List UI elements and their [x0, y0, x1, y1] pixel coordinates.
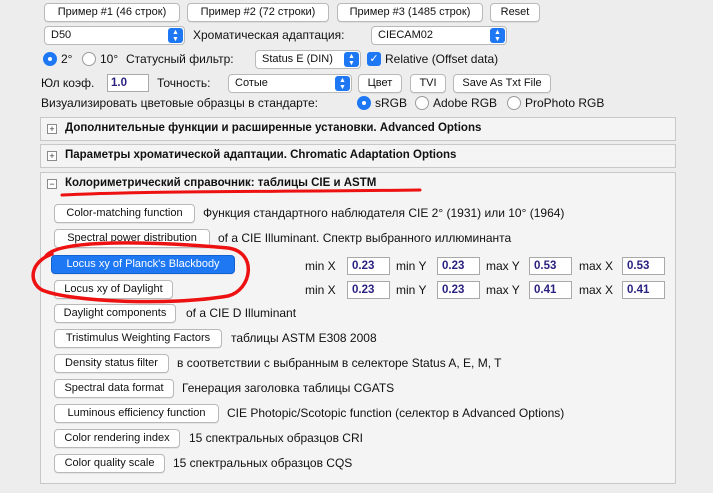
red-ellipse-annotation — [31, 241, 250, 304]
red-underline-annotation — [60, 188, 422, 197]
red-annotation-overlay — [31, 188, 422, 304]
